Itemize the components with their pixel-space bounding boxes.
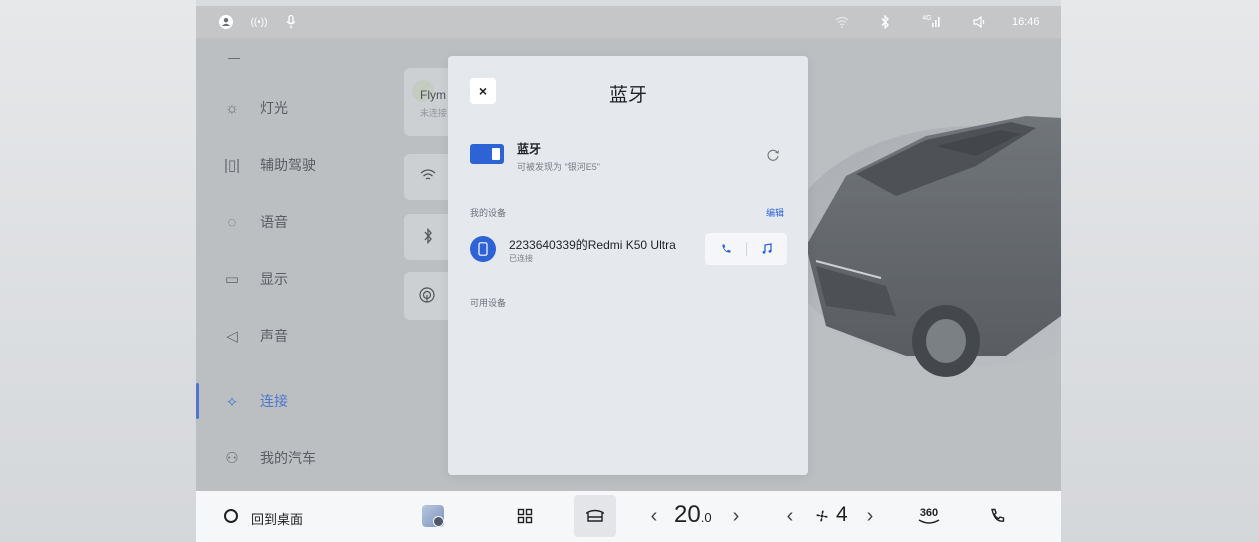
- fan-icon: [814, 505, 830, 527]
- temp-down-button[interactable]: ‹: [646, 505, 662, 527]
- temp-up-button[interactable]: ›: [728, 505, 744, 527]
- music-icon[interactable]: [746, 233, 787, 265]
- car-display: ((•)) 4G 16:46 ☼ 灯光 |▯| 辅助驾驶 ◌ 语音 ▭ 显示 ◁…: [196, 6, 1061, 542]
- bluetooth-toggle[interactable]: [470, 144, 504, 164]
- user-icon[interactable]: [218, 14, 234, 30]
- app-grid-icon[interactable]: [514, 505, 536, 527]
- temperature-decimal: .0: [700, 510, 712, 525]
- vehicle-settings-icon[interactable]: [584, 505, 606, 527]
- bluetooth-label: 蓝牙: [517, 142, 542, 156]
- fan-up-button[interactable]: ›: [862, 505, 878, 527]
- clock: 16:46: [1012, 16, 1040, 28]
- volume-icon[interactable]: [972, 14, 988, 30]
- phone-icon[interactable]: [705, 233, 746, 265]
- available-devices-heading: 可用设备: [470, 298, 507, 308]
- device-name[interactable]: 2233640339的Redmi K50 Ultra: [509, 236, 676, 253]
- dialog-title: 蓝牙: [608, 85, 647, 106]
- status-bar: ((•)) 4G 16:46: [196, 6, 1061, 38]
- phone-call-icon[interactable]: [988, 505, 1006, 527]
- 360-camera-icon[interactable]: 360: [916, 505, 942, 527]
- phone-device-icon: [470, 236, 496, 262]
- bottom-dock: 回到桌面 ‹ 20.0 › ‹ 4 › 360: [196, 491, 1061, 542]
- cellular-label: 4G: [922, 14, 932, 22]
- fan-down-button[interactable]: ‹: [782, 505, 798, 527]
- discoverable-name: 可被发现为 "银河E5": [517, 162, 600, 172]
- hotspot-icon: ((•)): [250, 16, 268, 28]
- fan-level: 4: [836, 503, 848, 526]
- 360-label: 360: [919, 506, 939, 519]
- temperature-readout: 20.0: [674, 501, 712, 529]
- refresh-icon[interactable]: [766, 148, 780, 162]
- my-devices-heading: 我的设备: [470, 208, 507, 218]
- home-button[interactable]: 回到桌面: [251, 509, 303, 528]
- cellular-signal-icon: 4G: [922, 14, 940, 30]
- app-badge-icon: [433, 516, 444, 527]
- device-status: 已连接: [509, 254, 533, 263]
- bluetooth-icon: [878, 14, 892, 30]
- home-icon[interactable]: [224, 509, 238, 523]
- toggle-knob: [492, 148, 500, 160]
- bluetooth-dialog: × 蓝牙 蓝牙 可被发现为 "银河E5" 我的设备 编辑 2233640339的…: [448, 56, 808, 475]
- left-backdrop: [0, 0, 196, 542]
- device-actions: [705, 233, 787, 265]
- temperature-value: 20: [674, 501, 701, 528]
- right-backdrop: [1061, 0, 1259, 542]
- microphone-icon[interactable]: [284, 14, 298, 30]
- wifi-icon: [834, 14, 850, 30]
- edit-link[interactable]: 编辑: [766, 206, 784, 219]
